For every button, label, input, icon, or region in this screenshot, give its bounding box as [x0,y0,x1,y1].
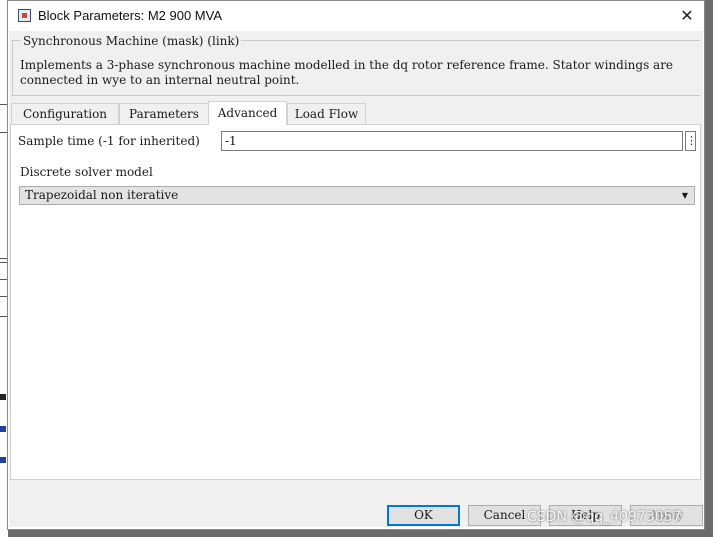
canvas-arrow-marker [0,426,6,432]
solver-model-value: Trapezoidal non iterative [25,188,179,202]
solver-model-dropdown[interactable]: Trapezoidal non iterative ▼ [19,186,695,205]
mask-title: Synchronous Machine (mask) (link) [21,34,242,48]
advanced-panel: Sample time (-1 for inherited) -1 ⋮ Disc… [10,124,701,480]
chevron-down-icon: ▼ [681,191,688,200]
sample-time-input[interactable]: -1 [221,131,683,151]
close-icon[interactable]: ✕ [675,5,699,27]
mask-description: Implements a 3-phase synchronous machine… [20,58,674,87]
tab-advanced[interactable]: Advanced [208,101,287,125]
tab-load-flow[interactable]: Load Flow [287,103,366,124]
canvas-port-marker [0,394,6,400]
more-options-icon[interactable]: ⋮ [685,131,697,151]
sample-time-label: Sample time (-1 for inherited) [18,134,200,148]
watermark: CSDN @qq_40973057 [527,509,682,525]
canvas-arrow-marker [0,457,6,463]
block-parameters-icon [18,9,31,22]
tab-configuration[interactable]: Configuration [11,103,119,124]
tab-parameters[interactable]: Parameters [119,103,209,124]
solver-model-label: Discrete solver model [20,165,153,179]
ok-button[interactable]: OK [387,505,460,526]
dialog-content: Synchronous Machine (mask) (link) Implem… [9,31,703,527]
block-parameters-dialog: Block Parameters: M2 900 MVA ✕ Synchrono… [7,0,705,530]
window-title: Block Parameters: M2 900 MVA [38,8,222,23]
title-bar[interactable]: Block Parameters: M2 900 MVA ✕ [8,1,704,31]
